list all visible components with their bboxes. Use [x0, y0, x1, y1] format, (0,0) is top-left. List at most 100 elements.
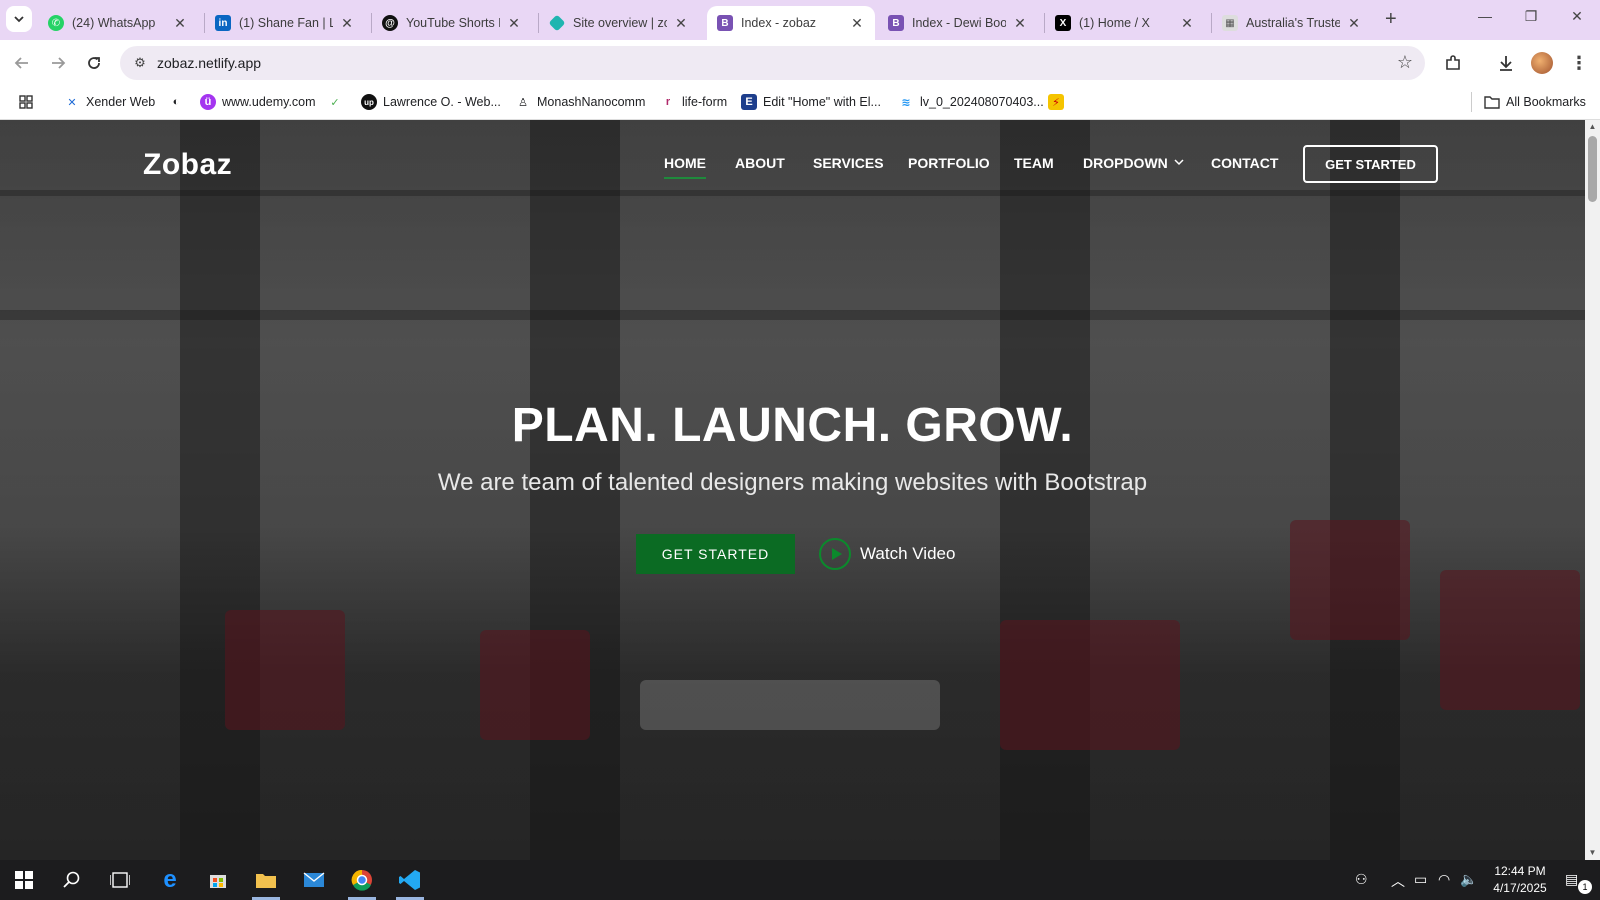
wifi-icon[interactable]: ◠: [1438, 871, 1450, 888]
bookmark-elementor[interactable]: E Edit "Home" with El...: [741, 94, 881, 110]
nav-services[interactable]: SERVICES: [813, 155, 884, 171]
bootstrap-icon: B: [717, 15, 733, 31]
header-get-started-button[interactable]: GET STARTED: [1303, 145, 1438, 183]
nav-home[interactable]: HOME: [664, 155, 706, 179]
tab-title: Site overview | zobaz: [573, 16, 667, 30]
chevron-up-icon[interactable]: ︿: [1391, 871, 1405, 891]
tab-site-overview[interactable]: Site overview | zobaz ✕: [539, 6, 699, 40]
bookmark-star-icon[interactable]: ☆: [1397, 52, 1413, 73]
watch-video-button[interactable]: Watch Video: [819, 538, 955, 570]
close-tab-icon[interactable]: ✕: [506, 15, 522, 32]
bookmark-brand[interactable]: ⚡: [1048, 94, 1070, 110]
taskbar-mail[interactable]: [290, 860, 338, 900]
bookmark-check[interactable]: ✓: [327, 94, 349, 110]
bookmark-lifeform[interactable]: r life-form: [660, 94, 727, 110]
start-button[interactable]: [0, 860, 48, 900]
bookmark-upwork[interactable]: up Lawrence O. - Web...: [361, 94, 501, 110]
x-icon: X: [1055, 15, 1071, 31]
watch-video-label: Watch Video: [860, 544, 956, 563]
background-beam: [0, 190, 1585, 196]
apps-bookmark[interactable]: [18, 94, 40, 110]
tab-youtube-shorts[interactable]: @ YouTube Shorts Embed ✕: [372, 6, 532, 40]
background-chair: [225, 610, 345, 730]
notification-icon[interactable]: ▤: [1565, 871, 1578, 888]
browser-menu-button[interactable]: ⋮: [1567, 51, 1591, 75]
tab-index-dewi[interactable]: B Index - Dewi Bootstrap ✕: [878, 6, 1038, 40]
taskbar-edge[interactable]: e: [146, 860, 194, 900]
tab-search-button[interactable]: [6, 6, 32, 32]
linkedin-icon: in: [215, 15, 231, 31]
volume-icon[interactable]: 🔈: [1460, 871, 1477, 888]
close-tab-icon[interactable]: ✕: [1012, 15, 1028, 32]
back-button[interactable]: [10, 51, 34, 75]
nav-about[interactable]: ABOUT: [735, 155, 785, 171]
reload-button[interactable]: [82, 51, 106, 75]
background-sofa: [640, 680, 940, 730]
file-icon: ≋: [901, 96, 911, 109]
folder-icon: [256, 874, 276, 888]
profile-avatar[interactable]: [1531, 52, 1553, 74]
new-tab-button[interactable]: +: [1385, 8, 1397, 31]
taskbar-store[interactable]: [194, 860, 242, 900]
hero-section: Zobaz HOME ABOUT SERVICES PORTFOLIO TEAM…: [0, 120, 1585, 860]
nav-portfolio[interactable]: PORTFOLIO: [908, 155, 990, 171]
nav-contact[interactable]: CONTACT: [1211, 155, 1278, 171]
tab-title: Index - zobaz: [741, 16, 817, 30]
battery-icon[interactable]: ▭: [1414, 871, 1427, 888]
netlify-icon: [548, 14, 566, 32]
scroll-thumb[interactable]: [1588, 136, 1597, 202]
bookmark-xender[interactable]: ✕ Xender Web: [64, 94, 155, 110]
tab-index-zobaz[interactable]: B Index - zobaz ✕: [707, 6, 875, 40]
udemy-icon: ü: [200, 94, 216, 110]
tab-australia[interactable]: ▦ Australia's Trusted ✕: [1212, 6, 1372, 40]
people-icon[interactable]: ⚇: [1355, 871, 1368, 888]
task-view-icon: [110, 872, 130, 888]
page-scrollbar[interactable]: ▲ ▼: [1585, 120, 1600, 860]
notification-badge: 1: [1578, 880, 1592, 894]
close-tab-icon[interactable]: ✕: [1346, 15, 1362, 32]
site-logo[interactable]: Zobaz: [143, 148, 232, 182]
tab-strip: ✆ (24) WhatsApp ✕ in (1) Shane Fan | Lin…: [0, 0, 1600, 40]
taskbar-vscode[interactable]: [386, 860, 434, 900]
bookmark-monash[interactable]: ♙ MonashNanocomm: [515, 94, 645, 110]
nav-dropdown[interactable]: DROPDOWN: [1083, 155, 1184, 171]
address-bar[interactable]: ⚙ zobaz.netlify.app ☆: [120, 46, 1425, 80]
scroll-down-arrow-icon[interactable]: ▼: [1585, 846, 1600, 860]
extensions-button[interactable]: [1441, 51, 1465, 75]
close-tab-icon[interactable]: ✕: [172, 15, 188, 32]
tab-x-home[interactable]: X (1) Home / X ✕: [1045, 6, 1205, 40]
clock-time: 12:44 PM: [1494, 864, 1546, 878]
taskbar-file-explorer[interactable]: [242, 860, 290, 900]
close-tab-icon[interactable]: ✕: [339, 15, 355, 32]
restore-button[interactable]: ❐: [1511, 8, 1551, 25]
bookmark-label: Xender Web: [86, 95, 156, 109]
tab-linkedin[interactable]: in (1) Shane Fan | LinkedIn ✕: [205, 6, 365, 40]
site-info-icon[interactable]: ⚙: [128, 51, 152, 75]
background-chair: [480, 630, 590, 740]
downloads-button[interactable]: [1494, 51, 1518, 75]
taskbar-clock[interactable]: 12:44 PM 4/17/2025: [1480, 863, 1560, 897]
close-tab-icon[interactable]: ✕: [673, 15, 689, 32]
scroll-up-arrow-icon[interactable]: ▲: [1585, 120, 1600, 134]
close-tab-icon[interactable]: ✕: [1179, 15, 1195, 32]
forward-button[interactable]: [46, 51, 70, 75]
bookmark-globe[interactable]: ◐: [168, 94, 190, 110]
bookmark-udemy[interactable]: ü www.udemy.com: [200, 94, 316, 110]
close-tab-icon[interactable]: ✕: [849, 15, 865, 32]
all-bookmarks[interactable]: All Bookmarks: [1484, 94, 1586, 110]
tab-title: (1) Home / X: [1079, 16, 1150, 30]
minimize-button[interactable]: —: [1465, 8, 1505, 24]
bookmark-file[interactable]: ≋ lv_0_202408070403...: [898, 94, 1043, 110]
search-button[interactable]: [48, 860, 96, 900]
brand-icon: ⚡: [1048, 94, 1064, 110]
task-view-button[interactable]: [96, 860, 144, 900]
xender-icon: ✕: [67, 96, 77, 109]
tab-title: (1) Shane Fan | LinkedIn: [239, 16, 333, 30]
nav-team[interactable]: TEAM: [1014, 155, 1054, 171]
tab-whatsapp[interactable]: ✆ (24) WhatsApp ✕: [38, 6, 198, 40]
hero-get-started-button[interactable]: GET STARTED: [636, 534, 795, 574]
taskbar-chrome[interactable]: [338, 860, 386, 900]
bookmark-label: MonashNanocomm: [537, 95, 646, 109]
close-window-button[interactable]: ✕: [1557, 8, 1597, 25]
chrome-icon: [351, 869, 372, 891]
